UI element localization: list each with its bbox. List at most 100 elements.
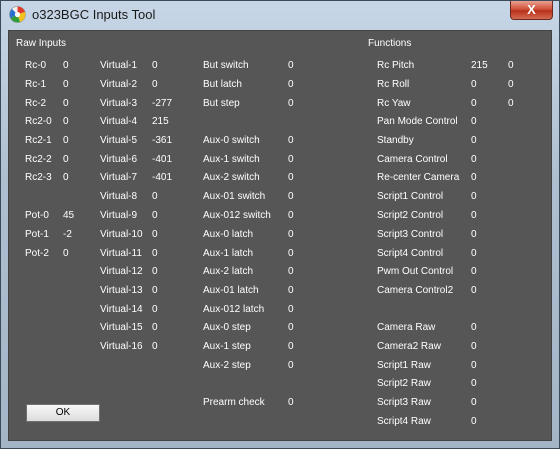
- aux-input-label: Aux-01 latch: [203, 285, 259, 296]
- function-value: 0: [471, 229, 477, 240]
- raw-input-value: 0: [63, 154, 69, 165]
- function-value: 0: [471, 79, 477, 90]
- aux-input-value: 0: [288, 360, 294, 371]
- function-value: 0: [471, 116, 477, 127]
- aux-input-label: Aux-2 step: [203, 360, 251, 371]
- function-label: Standby: [377, 135, 414, 146]
- aux-input-value: 0: [288, 285, 294, 296]
- inputs-panel: Raw Inputs Functions Rc-0 0 Rc-1 0 Rc-2 …: [8, 30, 552, 441]
- raw-input-value: 0: [63, 172, 69, 183]
- function-label: Rc Yaw: [377, 98, 411, 109]
- virtual-label: Virtual-11: [100, 248, 142, 259]
- virtual-label: Virtual-10: [100, 229, 143, 240]
- aux-input-label: Aux-1 step: [203, 341, 251, 352]
- aux-input-value: 0: [288, 266, 294, 277]
- function-label: Script1 Control: [377, 191, 444, 202]
- button-input-label: But switch: [203, 60, 249, 71]
- virtual-label: Virtual-7: [100, 172, 138, 183]
- raw-function-label: Script1 Raw: [377, 360, 431, 371]
- pot-value: 45: [63, 210, 75, 221]
- app-logo-icon: [9, 6, 26, 23]
- inputs-tool-window: o323BGC Inputs Tool X Raw Inputs Functio…: [0, 0, 560, 449]
- pot-label: Pot-1: [25, 229, 49, 240]
- virtual-value: -361: [152, 135, 173, 146]
- virtual-label: Virtual-16: [100, 341, 143, 352]
- virtual-label: Virtual-2: [100, 79, 138, 90]
- virtual-value: 0: [152, 60, 158, 71]
- aux-input-label: Aux-1 switch: [203, 154, 260, 165]
- raw-inputs-header: Raw Inputs: [16, 38, 67, 49]
- raw-input-label: Rc-0: [25, 60, 47, 71]
- aux-input-value: 0: [288, 135, 294, 146]
- function-value-2: 0: [508, 79, 514, 90]
- raw-input-value: 0: [63, 79, 69, 90]
- aux-input-value: 0: [288, 341, 294, 352]
- virtual-value: 0: [152, 248, 158, 259]
- raw-input-value: 0: [63, 98, 69, 109]
- function-label: Camera Control2: [377, 285, 454, 296]
- virtual-label: Virtual-13: [100, 285, 143, 296]
- virtual-label: Virtual-1: [100, 60, 138, 71]
- title-bar[interactable]: o323BGC Inputs Tool X: [1, 1, 559, 29]
- pot-label: Pot-2: [25, 248, 49, 259]
- aux-input-label: Aux-1 latch: [203, 248, 254, 259]
- raw-function-value: 0: [471, 322, 477, 333]
- aux-input-label: Aux-0 step: [203, 322, 251, 333]
- aux-input-value: 0: [288, 154, 294, 165]
- virtual-value: 0: [152, 341, 158, 352]
- aux-input-label: Aux-2 latch: [203, 266, 254, 277]
- aux-input-value: 0: [288, 191, 294, 202]
- ok-button[interactable]: OK: [26, 404, 100, 422]
- raw-input-value: 0: [63, 60, 69, 71]
- pot-value: -2: [63, 229, 72, 240]
- function-value: 0: [471, 98, 477, 109]
- virtual-label: Virtual-4: [100, 116, 138, 127]
- raw-input-label: Rc2-1: [25, 135, 52, 146]
- function-value-2: 0: [508, 98, 514, 109]
- virtual-label: Virtual-8: [100, 191, 138, 202]
- function-value: 0: [471, 285, 477, 296]
- raw-input-label: Rc2-2: [25, 154, 52, 165]
- aux-input-label: Aux-012 latch: [203, 304, 265, 315]
- raw-input-label: Rc-1: [25, 79, 47, 90]
- aux-input-value: 0: [288, 210, 294, 221]
- functions-header: Functions: [368, 38, 412, 49]
- function-label: Re-center Camera: [377, 172, 460, 183]
- function-value: 215: [471, 60, 488, 71]
- aux-input-label: Aux-0 switch: [203, 135, 260, 146]
- close-button[interactable]: X: [510, 1, 553, 20]
- aux-input-value: 0: [288, 229, 294, 240]
- virtual-label: Virtual-9: [100, 210, 138, 221]
- prearm-check-value: 0: [288, 397, 294, 408]
- virtual-label: Virtual-6: [100, 154, 138, 165]
- function-label: Pan Mode Control: [377, 116, 458, 127]
- function-label: Pwm Out Control: [377, 266, 454, 277]
- raw-input-value: 0: [63, 135, 69, 146]
- function-value: 0: [471, 154, 477, 165]
- raw-input-label: Rc2-3: [25, 172, 52, 183]
- function-label: Rc Roll: [377, 79, 410, 90]
- pot-label: Pot-0: [25, 210, 49, 221]
- function-value: 0: [471, 266, 477, 277]
- virtual-value: 0: [152, 191, 158, 202]
- raw-function-label: Script4 Raw: [377, 416, 431, 427]
- button-input-label: But step: [203, 98, 240, 109]
- raw-function-value: 0: [471, 416, 477, 427]
- raw-function-value: 0: [471, 341, 477, 352]
- button-input-value: 0: [288, 60, 294, 71]
- virtual-value: 0: [152, 322, 158, 333]
- function-label: Camera Control: [377, 154, 448, 165]
- function-value: 0: [471, 172, 477, 183]
- virtual-label: Virtual-15: [100, 322, 143, 333]
- aux-input-label: Aux-012 switch: [203, 210, 271, 221]
- close-icon: X: [527, 2, 536, 17]
- virtual-label: Virtual-3: [100, 98, 138, 109]
- function-value: 0: [471, 135, 477, 146]
- function-value: 0: [471, 191, 477, 202]
- virtual-label: Virtual-5: [100, 135, 138, 146]
- function-value: 0: [471, 248, 477, 259]
- virtual-value: -277: [152, 98, 173, 109]
- virtual-value: 0: [152, 79, 158, 90]
- aux-input-value: 0: [288, 248, 294, 259]
- raw-input-label: Rc-2: [25, 98, 47, 109]
